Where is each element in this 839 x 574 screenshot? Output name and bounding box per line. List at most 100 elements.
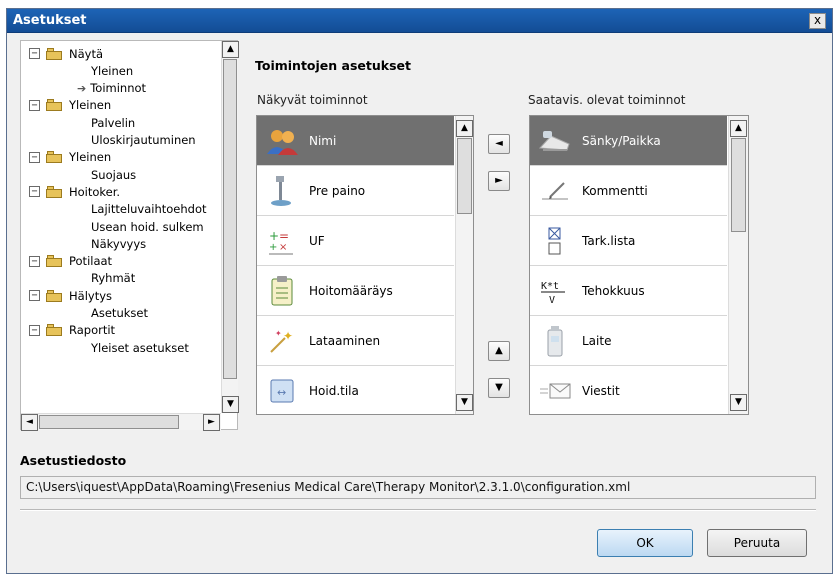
list-item[interactable]: ↔ Hoid.tila xyxy=(257,366,454,414)
tree-item-label: Ryhmät xyxy=(91,271,136,286)
tree-scroll-thumb[interactable] xyxy=(223,59,237,379)
scroll-up-arrow-icon[interactable]: ▲ xyxy=(222,41,239,58)
ok-button[interactable]: OK xyxy=(597,529,693,557)
tree-child-item[interactable]: Uloskirjautuminen xyxy=(91,132,196,149)
comment-icon xyxy=(536,172,574,210)
tree-child-item[interactable]: Lajitteluvaihtoehdot xyxy=(91,201,207,218)
list-item[interactable]: Sänky/Paikka xyxy=(530,116,727,166)
scale-icon xyxy=(263,172,301,210)
collapse-icon[interactable]: − xyxy=(29,290,40,302)
tree-child-item[interactable]: Usean hoid. sulkem xyxy=(91,218,204,235)
folder-icon xyxy=(46,151,64,164)
config-file-path[interactable]: C:\Users\iquest\AppData\Roaming\Freseniu… xyxy=(20,476,816,499)
tree-item-label: Asetukset xyxy=(91,306,148,320)
tree-item-label: Hälytys xyxy=(69,288,113,303)
tree-child-item[interactable]: Palvelin xyxy=(91,114,135,131)
clipboard-icon xyxy=(263,272,301,310)
scroll-left-arrow-icon[interactable]: ◄ xyxy=(21,414,38,431)
tree-child-item[interactable]: ➔ Toiminnot xyxy=(77,80,146,97)
svg-text:K*t: K*t xyxy=(541,281,559,292)
available-functions-list[interactable]: Sänky/Paikka Kommentti Tark.lista K*t V Tehok… xyxy=(529,115,749,415)
tree-group-item[interactable]: − Hoitoker. xyxy=(29,183,120,200)
cancel-button[interactable]: Peruuta xyxy=(707,529,807,557)
collapse-icon[interactable]: − xyxy=(29,48,40,59)
list-item[interactable]: K*t V Tehokkuus xyxy=(530,266,727,316)
envelope-icon xyxy=(536,372,574,410)
tree-group-item[interactable]: − Näytä xyxy=(29,45,103,62)
tree-item-label: Palvelin xyxy=(91,115,136,130)
current-arrow-icon: ➔ xyxy=(77,81,87,95)
tree-child-item[interactable]: Yleiset asetukset xyxy=(91,339,189,356)
tree-group-item[interactable]: − Hälytys xyxy=(29,287,112,304)
uf-icon: + = + × xyxy=(263,222,301,260)
tree-child-item[interactable]: Yleinen xyxy=(91,62,133,79)
scroll-up-arrow-icon[interactable]: ▲ xyxy=(456,120,473,137)
list-item-label: Tark.lista xyxy=(582,233,636,248)
move-down-button[interactable]: ▼ xyxy=(488,378,510,398)
list-item[interactable]: Laite xyxy=(530,316,727,366)
status-icon: ↔ xyxy=(263,372,301,410)
tree-item-label: Toiminnot xyxy=(90,81,147,96)
folder-icon xyxy=(46,99,64,112)
tree-hscroll-thumb[interactable] xyxy=(39,415,179,429)
folder-icon xyxy=(46,324,64,337)
list-item[interactable]: ✦ ✦ Lataaminen xyxy=(257,316,454,366)
available-list-scroll-thumb[interactable] xyxy=(731,138,746,232)
title-bar[interactable]: Asetukset x xyxy=(7,9,832,33)
list-item[interactable]: Viestit xyxy=(530,366,727,414)
scroll-up-arrow-icon[interactable]: ▲ xyxy=(730,120,747,137)
tree-group-item[interactable]: − Potilaat xyxy=(29,253,112,270)
settings-tree[interactable]: − Näytä Yleinen ➔ Toiminnot − Yleinen Palvelin U… xyxy=(20,40,239,431)
tree-item-label: Yleinen xyxy=(91,63,134,78)
list-item-label: Hoitomääräys xyxy=(309,283,393,298)
list-item[interactable]: + = + × UF xyxy=(257,216,454,266)
svg-text:+: + xyxy=(269,229,279,243)
list-item[interactable]: Hoitomääräys xyxy=(257,266,454,316)
tree-item-label: Näkyvyys xyxy=(91,236,147,251)
folder-icon xyxy=(46,289,64,302)
tree-content: − Näytä Yleinen ➔ Toiminnot − Yleinen Palvelin U… xyxy=(21,41,221,413)
list-item-label: Tehokkuus xyxy=(582,283,645,298)
list-item-label: Pre paino xyxy=(309,183,366,198)
close-button[interactable]: x xyxy=(809,13,826,29)
move-left-button[interactable]: ◄ xyxy=(488,134,510,154)
collapse-icon[interactable]: − xyxy=(29,324,40,336)
tree-item-label: Yleiset asetukset xyxy=(91,340,189,355)
visible-list-scrollbar[interactable]: ▲ ▼ xyxy=(455,116,473,414)
folder-icon xyxy=(46,255,64,268)
svg-text:=: = xyxy=(279,229,289,243)
tree-vertical-scrollbar[interactable]: ▲ ▼ xyxy=(221,41,239,413)
tree-item-label: Suojaus xyxy=(91,167,137,182)
list-item-label: Hoid.tila xyxy=(309,383,359,398)
list-item[interactable]: Kommentti xyxy=(530,166,727,216)
list-item-label: Laite xyxy=(582,333,612,348)
scroll-down-arrow-icon[interactable]: ▼ xyxy=(456,394,473,411)
tree-child-item[interactable]: Näkyvyys xyxy=(91,235,146,252)
list-item[interactable]: Pre paino xyxy=(257,166,454,216)
scroll-right-arrow-icon[interactable]: ► xyxy=(203,414,220,431)
list-item[interactable]: Nimi xyxy=(257,116,454,166)
tree-group-item[interactable]: − Yleinen xyxy=(29,97,111,114)
collapse-icon[interactable]: − xyxy=(29,255,40,267)
folder-icon xyxy=(46,47,64,60)
scroll-down-arrow-icon[interactable]: ▼ xyxy=(730,394,747,411)
available-list-scrollbar[interactable]: ▲ ▼ xyxy=(728,116,748,414)
scroll-down-arrow-icon[interactable]: ▼ xyxy=(222,396,239,413)
tree-child-item[interactable]: Suojaus xyxy=(91,166,136,183)
tree-horizontal-scrollbar[interactable]: ◄ ► xyxy=(21,413,221,431)
list-item[interactable]: Tark.lista xyxy=(530,216,727,266)
visible-functions-list[interactable]: Nimi Pre paino + = + × UF Hoitomääräys ✦ ✦ Lataami… xyxy=(256,115,474,415)
collapse-icon[interactable]: − xyxy=(29,186,40,198)
tree-group-item[interactable]: − Yleinen xyxy=(29,149,111,166)
collapse-icon[interactable]: − xyxy=(29,151,40,163)
list-item-label: UF xyxy=(309,233,325,248)
visible-list-scroll-thumb[interactable] xyxy=(457,138,472,214)
tree-item-label: Uloskirjautuminen xyxy=(91,133,196,147)
tree-item-label: Hoitoker. xyxy=(69,184,121,199)
tree-child-item[interactable]: Ryhmät xyxy=(91,270,135,287)
move-up-button[interactable]: ▲ xyxy=(488,341,510,361)
tree-child-item[interactable]: Asetukset xyxy=(91,305,148,322)
tree-group-item[interactable]: − Raportit xyxy=(29,322,115,339)
collapse-icon[interactable]: − xyxy=(29,99,40,111)
move-right-button[interactable]: ► xyxy=(488,171,510,191)
